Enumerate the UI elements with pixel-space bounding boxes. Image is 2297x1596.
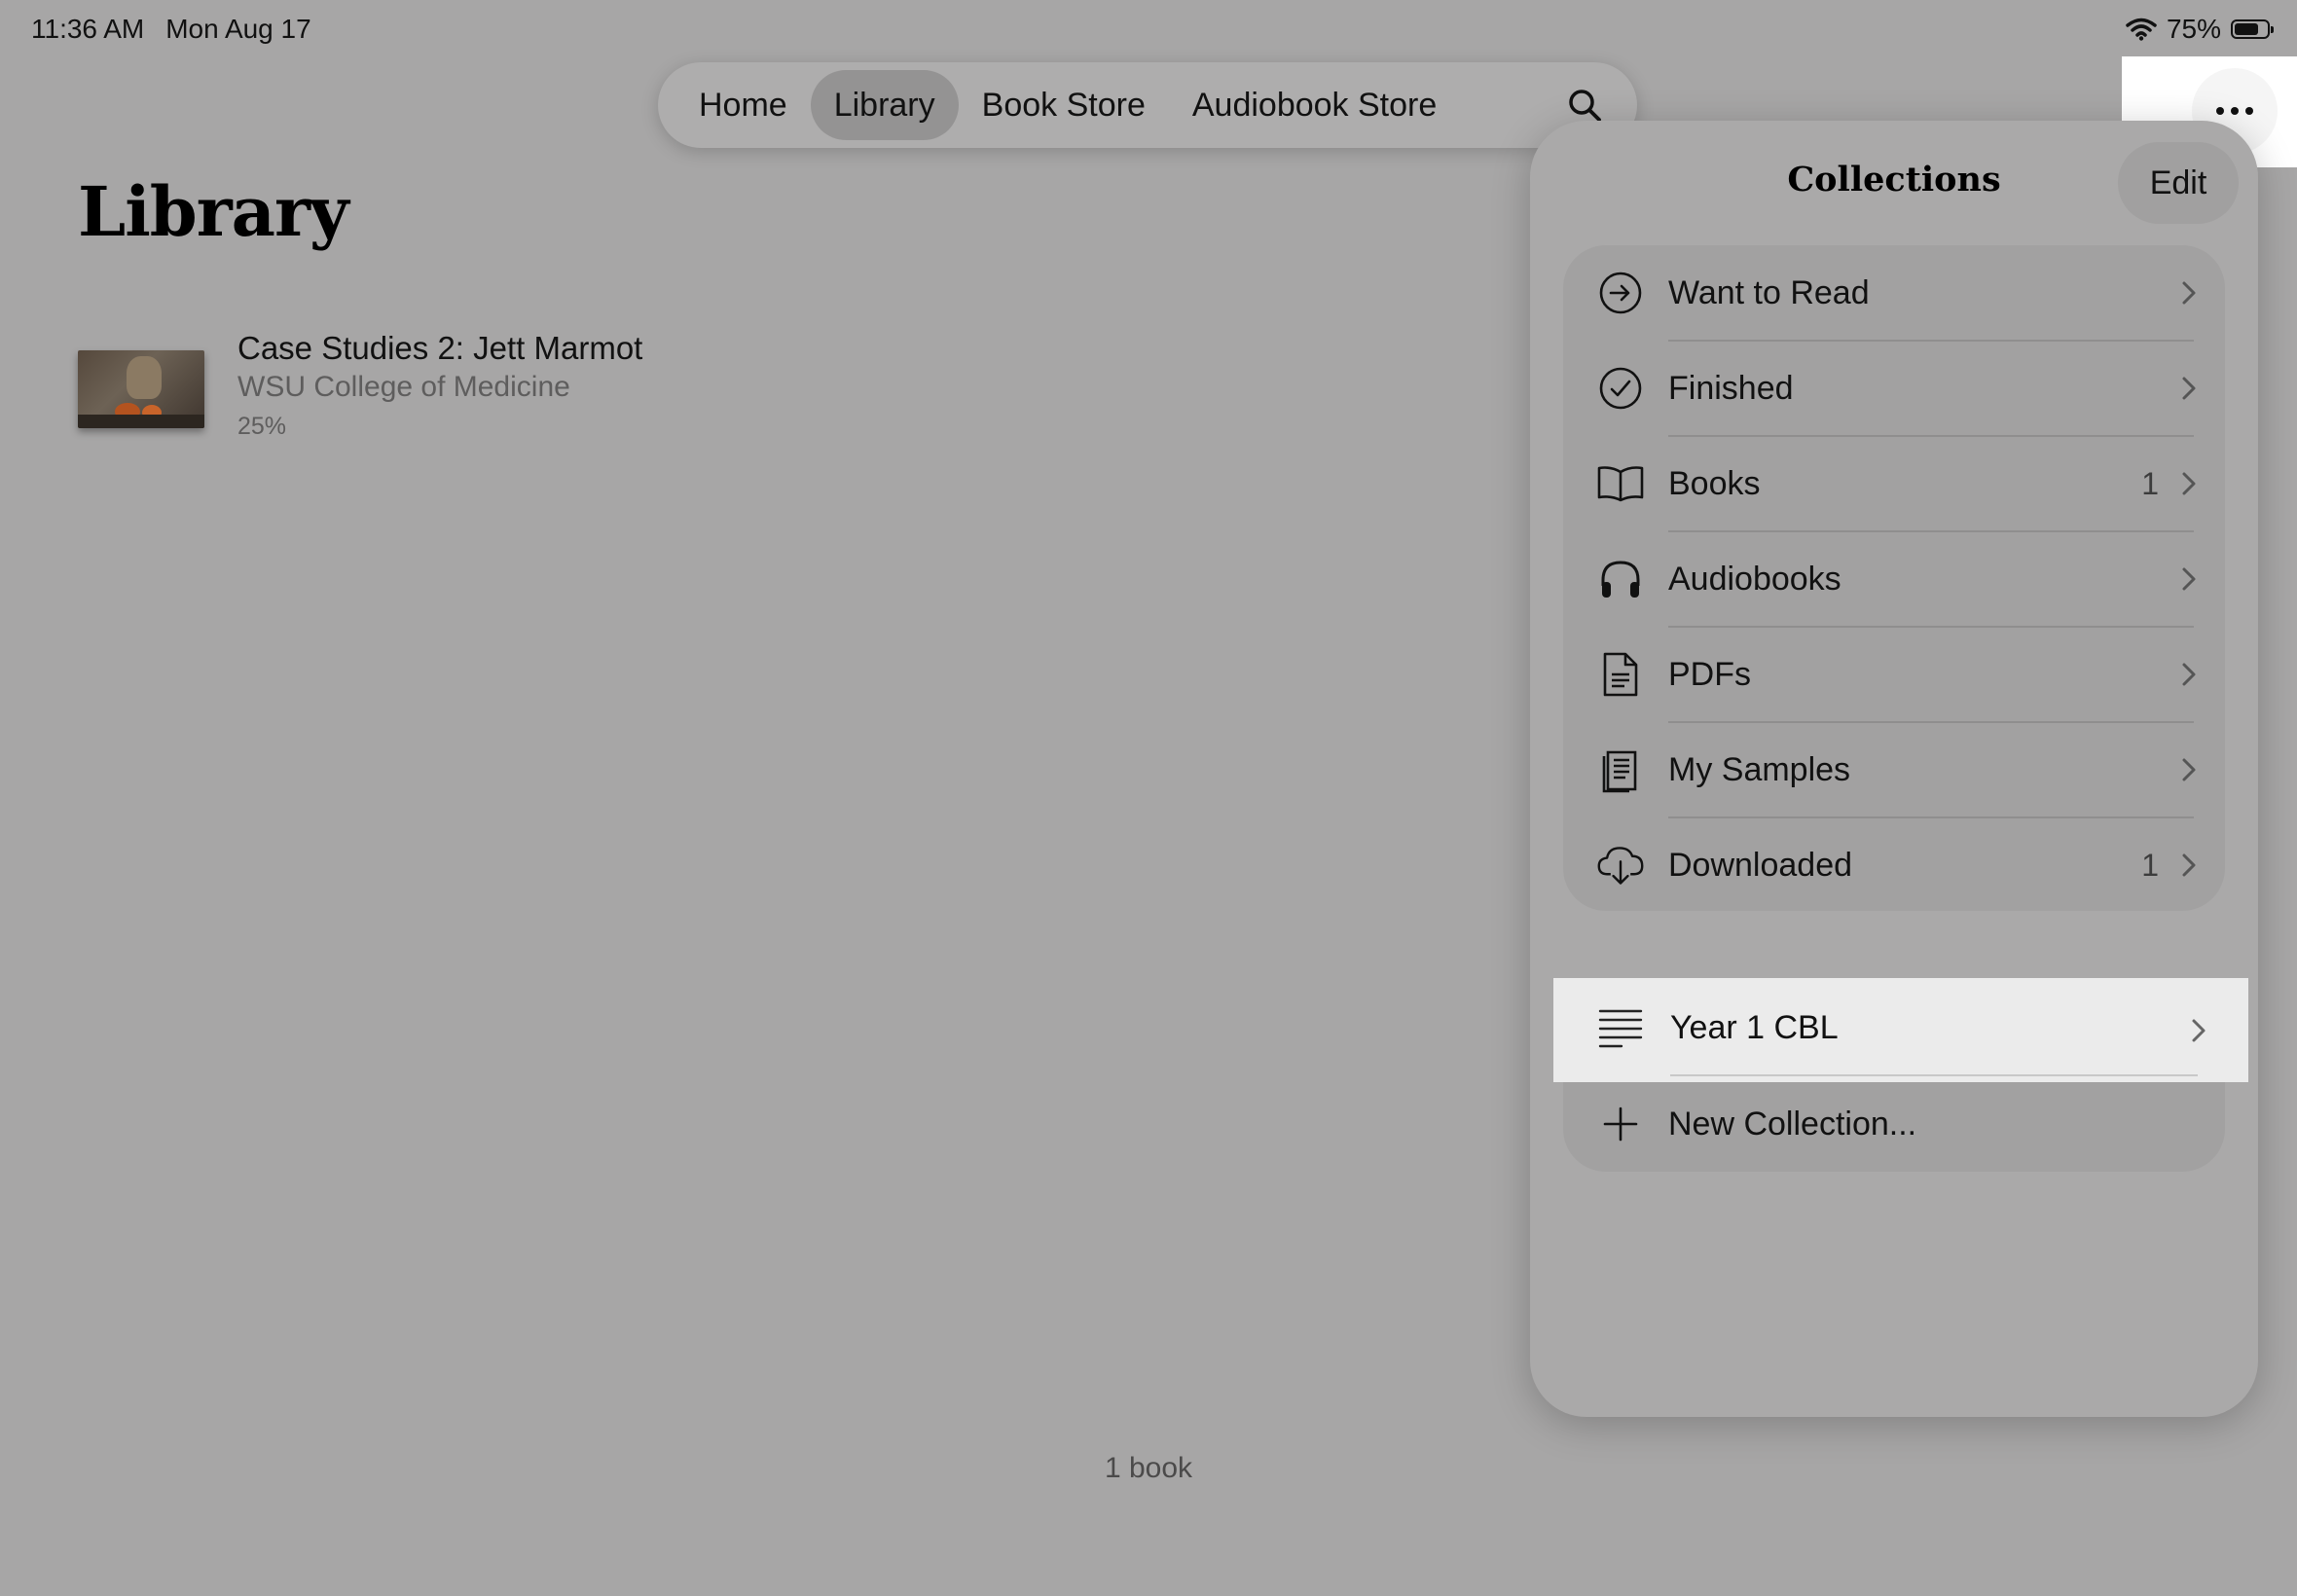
status-date: Mon Aug 17 (165, 14, 311, 44)
chevron-right-icon (2182, 472, 2196, 495)
edit-button[interactable]: Edit (2118, 142, 2239, 224)
new-collection-label: New Collection... (1668, 1105, 1917, 1143)
collection-pdfs[interactable]: PDFs (1563, 627, 2225, 722)
collections-panel: Collections Edit Want to Read Finished B… (1530, 121, 2258, 1417)
collection-label: Finished (1668, 369, 1794, 407)
chevron-right-icon (2182, 377, 2196, 400)
book-item[interactable]: Case Studies 2: Jett Marmot WSU College … (78, 329, 642, 441)
plus-icon (1596, 1100, 1645, 1148)
checkmark-circle-icon (1596, 364, 1645, 413)
divider (1670, 1074, 2198, 1076)
samples-icon (1596, 745, 1645, 794)
tab-home[interactable]: Home (675, 70, 811, 140)
collection-books[interactable]: Books 1 (1563, 436, 2225, 531)
chevron-right-icon (2182, 758, 2196, 781)
collection-finished[interactable]: Finished (1563, 341, 2225, 436)
collection-label: Books (1668, 464, 1761, 502)
collection-label: Audiobooks (1668, 560, 1841, 598)
chevron-right-icon (2182, 567, 2196, 591)
status-bar-left: 11:36 AM Mon Aug 17 (31, 14, 311, 45)
collection-year-1-cbl[interactable]: Year 1 CBL (1553, 978, 2248, 1082)
new-collection-button[interactable]: New Collection... (1563, 1076, 2225, 1172)
status-bar-right: 75% (2126, 14, 2274, 45)
collection-label: My Samples (1668, 750, 1851, 788)
ellipsis-icon (2216, 107, 2224, 115)
chevron-right-icon (2182, 853, 2196, 877)
book-title[interactable]: Case Studies 2: Jett Marmot (237, 329, 642, 368)
tab-book-store[interactable]: Book Store (959, 70, 1169, 140)
chevron-right-icon (2192, 1019, 2206, 1042)
page-title: Library (78, 171, 349, 252)
collections-list: Want to Read Finished Books 1 Audiobooks… (1563, 245, 2225, 911)
collection-label: Downloaded (1668, 846, 1853, 884)
battery-percent: 75% (2166, 14, 2221, 44)
collection-downloaded[interactable]: Downloaded 1 (1563, 817, 2225, 913)
book-author: WSU College of Medicine (237, 371, 570, 403)
collection-label: PDFs (1668, 655, 1751, 693)
collection-label: Year 1 CBL (1670, 1009, 1839, 1046)
collection-my-samples[interactable]: My Samples (1563, 722, 2225, 817)
battery-level (2235, 23, 2258, 35)
status-time: 11:36 AM (31, 14, 145, 44)
tab-audiobook-store[interactable]: Audiobook Store (1169, 70, 1460, 140)
book-cover[interactable] (78, 350, 204, 428)
book-icon (1596, 459, 1645, 508)
chevron-right-icon (2182, 281, 2196, 305)
search-icon (1569, 90, 1601, 122)
list-icon (1598, 1007, 1643, 1053)
collection-label: Want to Read (1668, 273, 1870, 311)
book-progress: 25% (237, 413, 287, 440)
arrow-circle-icon (1596, 269, 1645, 317)
collection-audiobooks[interactable]: Audiobooks (1563, 531, 2225, 627)
battery-icon (2231, 19, 2274, 39)
collection-count: 1 (2141, 465, 2159, 501)
headphones-icon (1596, 555, 1645, 603)
chevron-right-icon (2182, 663, 2196, 686)
book-count: 1 book (1104, 1452, 1193, 1484)
cloud-download-icon (1596, 841, 1645, 889)
collection-want-to-read[interactable]: Want to Read (1563, 245, 2225, 341)
book-meta: Case Studies 2: Jett Marmot WSU College … (237, 329, 642, 441)
wifi-icon (2126, 18, 2157, 41)
top-navigation: Home Library Book Store Audiobook Store (658, 62, 1637, 148)
document-icon (1596, 650, 1645, 699)
collection-count: 1 (2141, 847, 2159, 883)
tab-library[interactable]: Library (810, 70, 959, 140)
